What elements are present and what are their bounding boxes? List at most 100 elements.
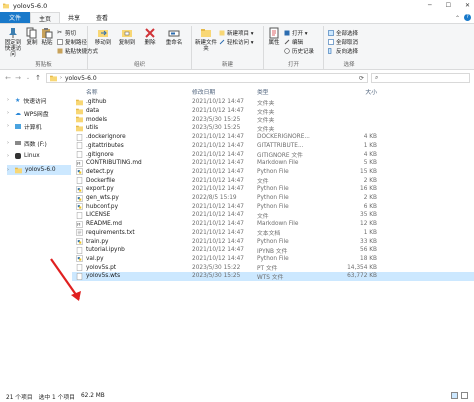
table-row[interactable]: .gitignore 2021/10/12 14:47 GITIGNORE 文件 4 … xyxy=(72,150,474,159)
table-row[interactable]: requirements.txt 2021/10/12 14:47 文本文档 1 KB xyxy=(72,229,474,237)
table-row[interactable]: hubconf.py 2021/10/12 14:47 Python File 6 K… xyxy=(72,202,474,211)
search-icon: ⌕ xyxy=(375,74,379,81)
file-list: 名称 修改日期 类型 大小 .github 2021/10/12 14:47 文件夹… xyxy=(72,86,474,386)
chevron-right-icon[interactable]: › xyxy=(7,123,12,129)
open-button[interactable]: 打开 ▾ xyxy=(284,29,308,37)
table-row[interactable]: export.py 2021/10/12 14:47 Python File 16 K… xyxy=(72,185,474,194)
rename-button[interactable]: 重命名 xyxy=(162,27,186,46)
refresh-icon[interactable]: ⟳ xyxy=(359,75,364,82)
history-button[interactable]: 历史记录 xyxy=(284,47,314,55)
table-row[interactable]: models 2023/5/30 15:25 文件夹 xyxy=(72,115,474,124)
table-row[interactable]: tutorial.ipynb 2021/10/12 14:47 IPYNB 文件 56… xyxy=(72,246,474,255)
copy-to-button[interactable]: 复制到 xyxy=(116,27,138,46)
details-view-icon[interactable] xyxy=(451,392,458,399)
select-all-button[interactable]: 全部选择 xyxy=(328,29,358,37)
forward-arrow-icon[interactable]: → xyxy=(13,74,23,82)
table-row[interactable]: LICENSE 2021/10/12 14:47 文件 35 KB xyxy=(72,211,474,220)
file-date: 2021/10/12 14:47 xyxy=(192,255,244,262)
column-header-date[interactable]: 修改日期 xyxy=(192,87,215,96)
table-row[interactable]: .dockerignore 2021/10/12 14:47 DOCKERIGNOR… xyxy=(72,133,474,142)
file-size: 56 KB xyxy=(360,247,377,254)
pin-quick-access-button[interactable]: 固定到快速访问 xyxy=(3,27,23,58)
select-all-icon xyxy=(328,30,334,36)
table-row[interactable]: Dockerfile 2021/10/12 14:47 文件 2 KB xyxy=(72,176,474,185)
table-row[interactable]: yolov5s.wts 2023/5/30 15:25 WTS 文件 63,772 K… xyxy=(72,272,474,281)
search-box[interactable]: ⌕ xyxy=(371,73,470,83)
help-icon[interactable]: ? xyxy=(464,14,471,21)
organize-group-label: 组织 xyxy=(133,62,145,68)
column-header-size[interactable]: 大小 xyxy=(327,87,377,96)
file-date: 2021/10/12 14:47 xyxy=(192,203,244,210)
recent-chevron-icon[interactable]: ⌄ xyxy=(23,75,33,81)
file-name: utils xyxy=(86,125,99,132)
nav-item-wps[interactable]: › ☁ WPS网盘 xyxy=(7,108,71,118)
clipboard-group: 固定到快速访问 复制 粘贴 ✂ 剪切 复制路径 粘贴快捷方式 剪贴板 xyxy=(0,26,98,69)
status-bar: 21 个项目 选中 1 个项目 62.2 MB xyxy=(0,390,474,402)
table-row[interactable]: data 2021/10/12 14:47 文件夹 xyxy=(72,107,474,116)
select-none-icon xyxy=(328,39,334,45)
cut-button[interactable]: ✂ 剪切 xyxy=(57,29,76,38)
nav-item-yolov5[interactable]: › yolov5-6.0 xyxy=(7,165,71,175)
tab-share[interactable]: 共享 xyxy=(60,12,88,23)
table-row[interactable]: detect.py 2021/10/12 14:47 Python File 15 K… xyxy=(72,168,474,177)
address-bar[interactable]: › yolov5-6.0 ⟳ xyxy=(46,73,368,83)
easy-access-button[interactable]: 轻松访问 ▾ xyxy=(219,38,254,46)
back-arrow-icon[interactable]: ← xyxy=(3,74,13,82)
open-group: 属性 打开 ▾ 编辑 历史记录 打开 xyxy=(264,26,324,69)
ribbon-collapse-icon[interactable]: ⌃ xyxy=(455,15,460,22)
file-type: GITATTRIBUTE... xyxy=(257,142,304,149)
nav-item-drive-f[interactable]: › 西数 (F:) xyxy=(7,138,71,148)
move-to-button[interactable]: 移动到 xyxy=(92,27,114,46)
table-row[interactable]: CONTRIBUTING.md 2021/10/12 14:47 Markdown … xyxy=(72,159,474,168)
chevron-right-icon[interactable]: › xyxy=(7,153,12,159)
properties-button[interactable]: 属性 xyxy=(266,27,282,46)
file-type: Markdown File xyxy=(257,221,299,228)
file-name: export.py xyxy=(86,186,114,193)
chevron-right-icon[interactable]: › xyxy=(7,167,12,173)
select-none-button[interactable]: 全部取消 xyxy=(328,38,358,46)
chevron-right-icon[interactable]: › xyxy=(7,97,12,103)
table-row[interactable]: .github 2021/10/12 14:47 文件夹 xyxy=(72,98,474,107)
file-date: 2023/5/30 15:25 xyxy=(192,116,241,123)
table-row[interactable]: .gitattributes 2021/10/12 14:47 GITATTRIBU… xyxy=(72,142,474,151)
delete-button[interactable]: 删除 xyxy=(141,27,159,46)
tab-file[interactable]: 文件 xyxy=(0,12,31,23)
column-header-type[interactable]: 类型 xyxy=(257,87,269,96)
paste-button[interactable]: 粘贴 xyxy=(41,27,53,46)
close-button[interactable]: ✕ xyxy=(465,2,470,9)
navigation-pane: › ★ 快速访问 › ☁ WPS网盘 › 计算机 › 西数 (F:) › Lin… xyxy=(0,88,72,388)
new-folder-icon xyxy=(201,29,211,37)
table-row[interactable]: gen_wts.py 2022/8/5 15:19 Python File 2 KB xyxy=(72,194,474,203)
copy-path-button[interactable]: 复制路径 xyxy=(57,38,87,46)
table-row[interactable]: yolov5s.pt 2023/5/30 15:22 PT 文件 14,354 KB xyxy=(72,263,474,272)
new-folder-button[interactable]: 新建文件夹 xyxy=(195,27,217,52)
maximize-button[interactable]: ☐ xyxy=(446,2,451,9)
tab-view[interactable]: 查看 xyxy=(88,12,116,23)
large-icons-view-icon[interactable] xyxy=(461,392,468,399)
copy-button[interactable]: 复制 xyxy=(26,27,38,46)
nav-item-quick-access[interactable]: › ★ 快速访问 xyxy=(7,95,71,105)
nav-item-linux[interactable]: › Linux xyxy=(7,151,71,161)
python-file-icon xyxy=(76,238,83,245)
chevron-right-icon[interactable]: › xyxy=(7,140,12,146)
new-item-button[interactable]: 新建项目 ▾ xyxy=(219,29,254,37)
tab-home[interactable]: 主页 xyxy=(30,12,61,23)
python-file-icon xyxy=(76,203,83,211)
file-icon xyxy=(76,151,83,158)
table-row[interactable]: README.md 2021/10/12 14:47 Markdown File 12… xyxy=(72,220,474,229)
file-type: 文件夹 xyxy=(257,126,275,133)
file-type: IPYNB 文件 xyxy=(257,248,288,255)
table-row[interactable]: train.py 2021/10/12 14:47 Python File 33 KB xyxy=(72,237,474,246)
minimize-button[interactable]: ─ xyxy=(428,2,432,9)
new-item-icon xyxy=(219,30,225,36)
edit-button[interactable]: 编辑 xyxy=(284,38,303,46)
table-row[interactable]: utils 2023/5/30 15:25 文件夹 xyxy=(72,124,474,133)
up-arrow-icon[interactable]: ↑ xyxy=(33,74,43,82)
file-size: 4 KB xyxy=(363,134,377,141)
file-type: 文件 xyxy=(257,179,269,186)
table-row[interactable]: val.py 2021/10/12 14:47 Python File 18 KB xyxy=(72,255,474,264)
column-header-name[interactable]: 名称 xyxy=(86,87,98,96)
invert-selection-button[interactable]: 反向选择 xyxy=(328,47,358,55)
nav-item-computer[interactable]: › 计算机 xyxy=(7,121,71,131)
chevron-right-icon[interactable]: › xyxy=(7,110,12,116)
